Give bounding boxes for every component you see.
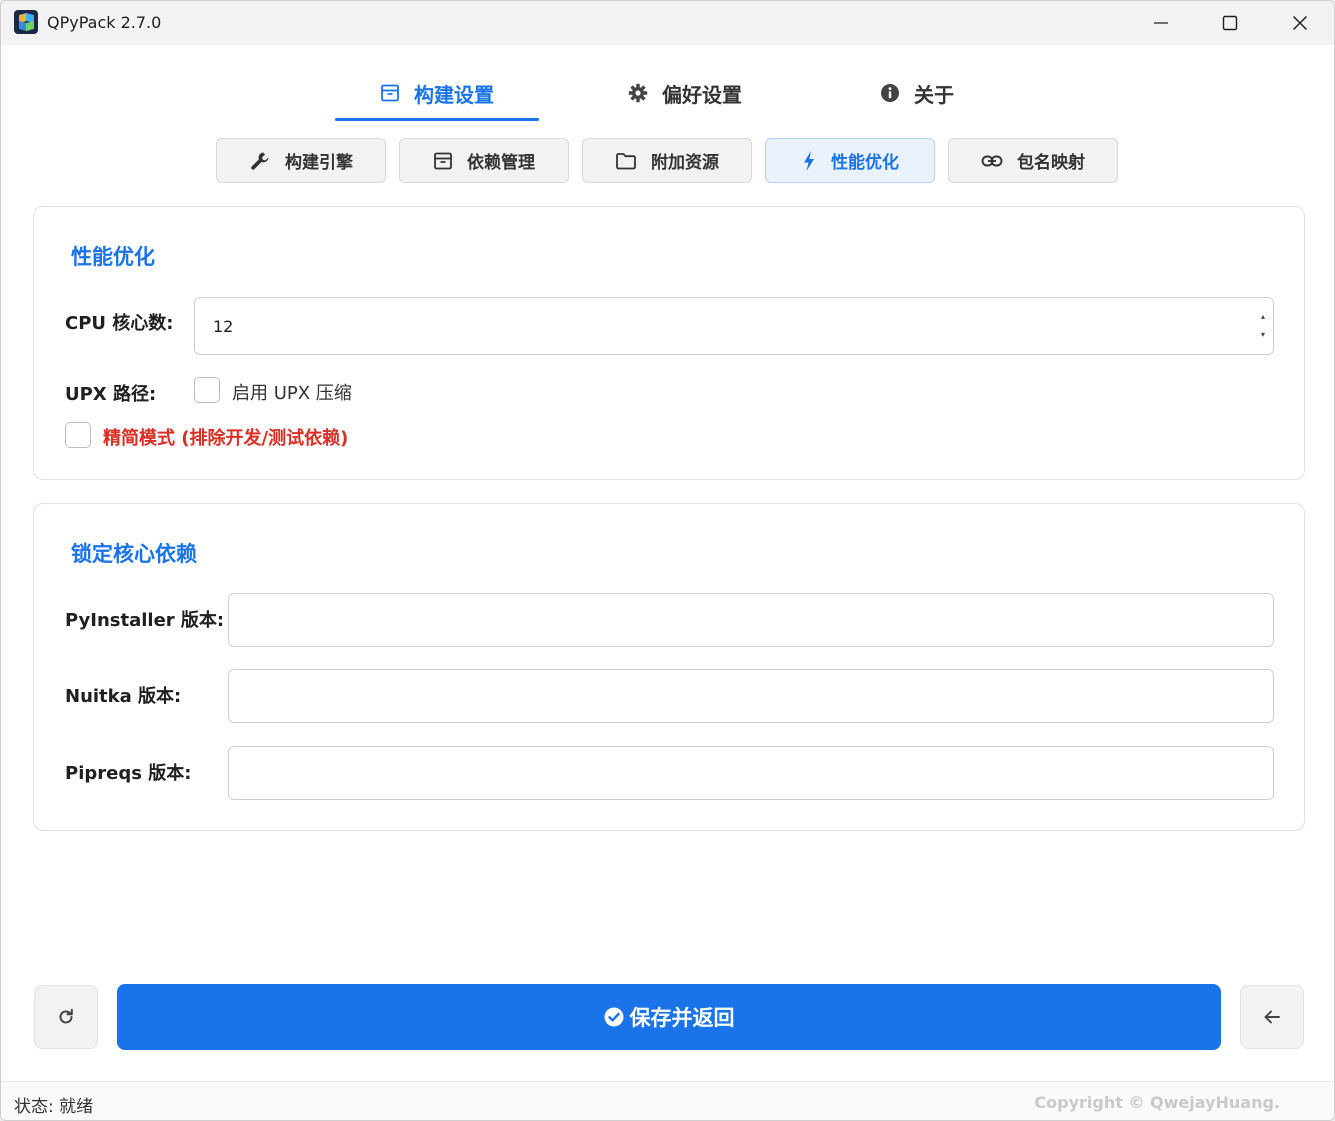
subtab-package-mapping[interactable]: 包名映射 xyxy=(948,138,1118,183)
window-title: QPyPack 2.7.0 xyxy=(47,13,162,32)
subtab-label: 构建引擎 xyxy=(285,153,353,173)
check-circle-icon xyxy=(604,1007,624,1027)
upx-path-label: UPX 路径: xyxy=(65,384,157,405)
upx-checkbox[interactable] xyxy=(194,377,220,403)
nuitka-version-label: Nuitka 版本: xyxy=(65,686,182,707)
subtab-label: 性能优化 xyxy=(831,153,899,173)
pyinstaller-version-input[interactable] xyxy=(228,593,1274,647)
status-text: 状态: 就绪 xyxy=(14,1097,94,1117)
upx-checkbox-label[interactable]: 启用 UPX 压缩 xyxy=(232,379,352,405)
pipreqs-version-label: Pipreqs 版本: xyxy=(65,763,192,784)
archive-icon xyxy=(433,151,453,171)
bolt-icon xyxy=(801,150,817,172)
cpu-cores-value: 12 xyxy=(213,316,234,336)
performance-title: 性能优化 xyxy=(71,245,155,269)
nuitka-version-input[interactable] xyxy=(228,669,1274,723)
subtab-label: 包名映射 xyxy=(1017,153,1085,173)
save-button-label: 保存并返回 xyxy=(629,1006,735,1030)
title-bar: QPyPack 2.7.0 xyxy=(1,1,1334,45)
spin-buttons[interactable]: ▴ ▾ xyxy=(1261,308,1265,344)
tab-label: 偏好设置 xyxy=(662,82,742,107)
folder-icon xyxy=(615,151,637,171)
cpu-cores-spinbox[interactable]: 12 ▴ ▾ xyxy=(194,297,1274,355)
lock-dependencies-card: 锁定核心依赖 PyInstaller 版本: Nuitka 版本: Pipreq… xyxy=(33,503,1305,831)
maximize-icon xyxy=(1222,15,1238,31)
app-window: QPyPack 2.7.0 构建设置 偏好设置 关于 构建引擎 依赖管理 附加资… xyxy=(0,0,1335,1121)
minimize-button[interactable] xyxy=(1126,1,1196,45)
close-icon xyxy=(1293,16,1307,30)
status-bar: 状态: 就绪 Copyright © QwejayHuang. xyxy=(1,1081,1334,1120)
refresh-icon xyxy=(59,1008,73,1024)
minimize-icon xyxy=(1154,22,1168,24)
spin-down-icon[interactable]: ▾ xyxy=(1261,326,1265,344)
archive-icon xyxy=(380,83,400,103)
subtab-performance[interactable]: 性能优化 xyxy=(765,138,935,183)
maximize-button[interactable] xyxy=(1195,1,1265,45)
tab-label: 关于 xyxy=(914,82,954,107)
save-and-return-button[interactable]: 保存并返回 xyxy=(117,984,1221,1050)
app-logo-icon xyxy=(14,10,38,34)
lock-deps-title: 锁定核心依赖 xyxy=(71,542,197,566)
tab-build-settings[interactable]: 构建设置 xyxy=(335,65,539,121)
tab-preferences[interactable]: 偏好设置 xyxy=(597,65,773,121)
arrow-left-icon xyxy=(1264,1010,1280,1024)
copyright-text: Copyright © QwejayHuang. xyxy=(1034,1093,1280,1112)
subtab-label: 附加资源 xyxy=(651,153,719,173)
performance-card: 性能优化 CPU 核心数: 12 ▴ ▾ UPX 路径: 启用 UPX 压缩 精… xyxy=(33,206,1305,480)
subtab-build-engine[interactable]: 构建引擎 xyxy=(216,138,386,183)
tab-label: 构建设置 xyxy=(414,82,494,107)
refresh-button[interactable] xyxy=(34,985,98,1049)
tab-about[interactable]: 关于 xyxy=(847,65,987,121)
gear-icon xyxy=(628,83,648,103)
subtab-extra-resources[interactable]: 附加资源 xyxy=(582,138,752,183)
slim-mode-checkbox[interactable] xyxy=(65,422,91,448)
link-icon xyxy=(981,153,1003,169)
info-icon xyxy=(880,83,900,103)
pyinstaller-version-label: PyInstaller 版本: xyxy=(65,610,225,631)
cpu-cores-label: CPU 核心数: xyxy=(65,313,174,334)
pipreqs-version-input[interactable] xyxy=(228,746,1274,800)
subtab-label: 依赖管理 xyxy=(467,153,535,173)
subtab-dependency-management[interactable]: 依赖管理 xyxy=(399,138,569,183)
back-button[interactable] xyxy=(1240,985,1304,1049)
wrench-icon xyxy=(249,150,271,172)
spin-up-icon[interactable]: ▴ xyxy=(1261,308,1265,326)
slim-mode-label[interactable]: 精简模式 (排除开发/测试依赖) xyxy=(103,424,348,450)
close-button[interactable] xyxy=(1265,1,1334,45)
